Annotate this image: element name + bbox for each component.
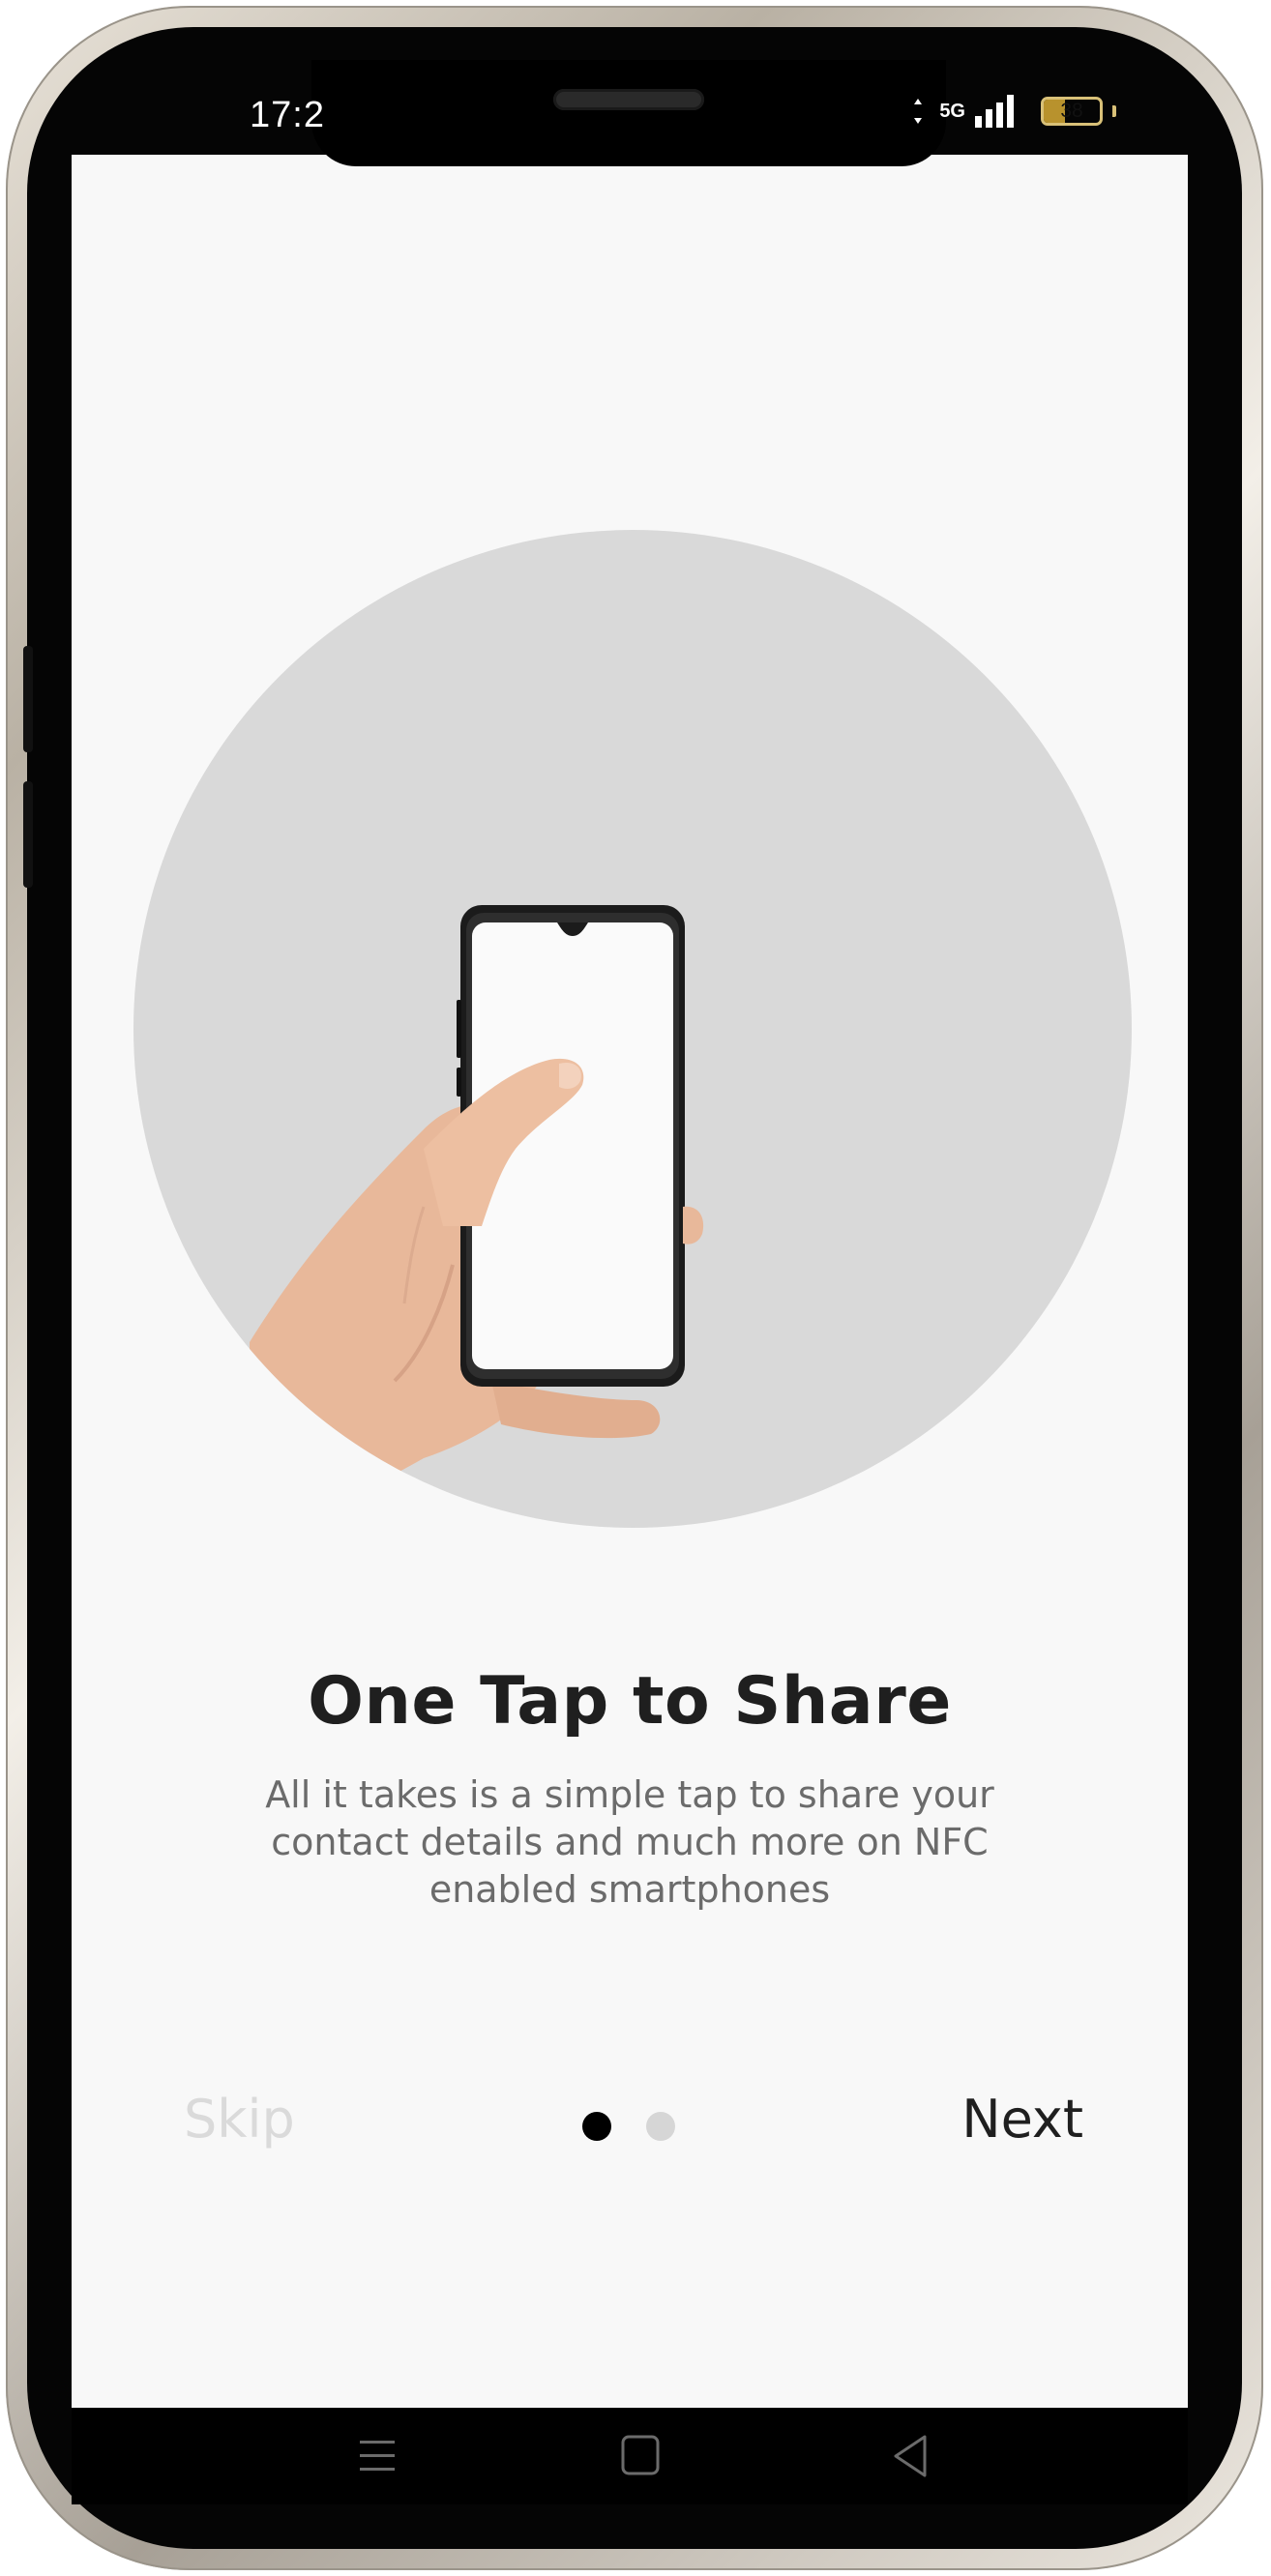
- battery-level: 38: [1060, 100, 1083, 122]
- triangle-back-icon[interactable]: [882, 2429, 940, 2483]
- onboarding-screen: One Tap to Share All it takes is a simpl…: [72, 155, 1188, 2408]
- page-title: One Tap to Share: [308, 1663, 952, 1740]
- skip-button[interactable]: Skip: [184, 2089, 295, 2150]
- page-indicator: [582, 2112, 675, 2141]
- hero-circle: [133, 530, 1132, 1528]
- battery-icon: 38: [1041, 97, 1103, 126]
- square-home-icon[interactable]: [611, 2429, 669, 2483]
- signal-strength-icon: [975, 95, 1014, 128]
- system-navigation-bar: [72, 2408, 1188, 2504]
- data-arrows-icon: [914, 99, 923, 124]
- network-type-label: 5G: [939, 101, 965, 122]
- page-description: All it takes is a simple tap to share yo…: [265, 1773, 994, 1911]
- page-dot: [646, 2112, 675, 2141]
- page-dot-active: [582, 2112, 611, 2141]
- status-time: 17:2: [250, 95, 325, 135]
- status-icons: 5G 38: [914, 95, 1116, 128]
- status-bar: 17:2 5G 38: [72, 77, 1188, 155]
- volume-button: [23, 646, 33, 752]
- volume-button: [23, 781, 33, 888]
- next-button[interactable]: Next: [961, 2089, 1083, 2150]
- menu-lines-icon[interactable]: [348, 2429, 406, 2483]
- hand-holding-phone-illustration: [250, 905, 704, 1528]
- battery-tip: [1112, 105, 1116, 117]
